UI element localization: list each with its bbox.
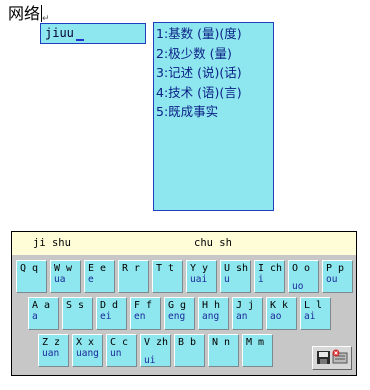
key-r[interactable]: R r [118, 260, 149, 293]
key-b[interactable]: B b [174, 334, 205, 367]
key-label: O o [292, 263, 311, 274]
key-y[interactable]: Y y uai [186, 260, 217, 293]
key-final-label: uang [76, 348, 99, 359]
soft-keyboard: ji shu chu sh Q qW w ua E eeR rT tY y uai U … [11, 231, 357, 376]
key-n[interactable]: N n [208, 334, 239, 367]
key-final-label: e [88, 274, 94, 285]
candidate-item-5[interactable]: 5:既成事实 [156, 102, 273, 122]
key-final-label: ua [54, 274, 66, 285]
key-s[interactable]: S s [62, 297, 93, 330]
key-label: R r [122, 263, 141, 274]
key-label: F f [134, 300, 153, 311]
key-label: Y y [190, 263, 209, 274]
candidate-item-4[interactable]: 4:技术 (语)(言) [156, 83, 273, 103]
key-label: Z z [42, 337, 61, 348]
key-final-label: ang [202, 311, 220, 322]
composition-text: jiuu [45, 26, 74, 40]
candidate-window: 1:基数 (量)(度) 2:极少数 (量) 3:记述 (说)(话) 4:技术 (… [153, 22, 274, 211]
screen: 网络 ↵ jiuu 1:基数 (量)(度) 2:极少数 (量) 3:记述 (说)(… [0, 0, 370, 390]
candidate-item-3[interactable]: 3:记述 (说)(话) [156, 63, 273, 83]
key-i[interactable]: I ch i [254, 260, 285, 293]
key-f[interactable]: F f en [130, 297, 161, 330]
key-k[interactable]: K k ao [266, 297, 297, 330]
key-label: Q q [20, 263, 39, 274]
keyboard-close-icon [332, 349, 348, 364]
key-m[interactable]: M m [242, 334, 273, 367]
key-p[interactable]: P p ou [322, 260, 353, 293]
key-final-label: ui [144, 355, 156, 366]
key-x[interactable]: X x uang [72, 334, 103, 367]
key-label: G g [168, 300, 187, 311]
key-final-label: ao [270, 311, 282, 322]
key-final-label: uan [42, 348, 60, 359]
key-label: T t [156, 263, 175, 274]
keyboard-header-left: ji shu [33, 237, 71, 249]
key-g[interactable]: G g eng [164, 297, 195, 330]
key-label: L l [304, 300, 323, 311]
key-u[interactable]: U sh u [220, 260, 251, 293]
key-final-label: a [32, 311, 38, 322]
key-label: W w [54, 263, 73, 274]
key-label: E e [88, 263, 107, 274]
key-label: X x [76, 337, 95, 348]
key-q[interactable]: Q q [16, 260, 47, 293]
key-final-label: uai [190, 274, 208, 285]
key-l[interactable]: L l ai [300, 297, 331, 330]
composition-cursor [75, 39, 84, 41]
key-final-label: ei [100, 311, 112, 322]
key-label: M m [246, 337, 265, 348]
key-e[interactable]: E ee [84, 260, 115, 293]
key-label: C c [110, 337, 129, 348]
save-icon [317, 351, 330, 364]
key-label: D d [100, 300, 119, 311]
document-content: 网络 [8, 4, 41, 23]
key-final-label: en [134, 311, 146, 322]
key-final-label: ai [304, 311, 316, 322]
key-label: S s [66, 300, 85, 311]
candidate-item-1[interactable]: 1:基数 (量)(度) [156, 24, 273, 44]
keyboard-header-right: chu sh [194, 237, 232, 249]
key-label: K k [270, 300, 289, 311]
key-final-label: un [110, 348, 122, 359]
key-final-label: ou [326, 274, 338, 285]
key-label: A a [32, 300, 51, 311]
key-j[interactable]: J j an [232, 297, 263, 330]
key-label: B b [178, 337, 197, 348]
key-label: N n [212, 337, 231, 348]
key-o[interactable]: O o uo [288, 260, 319, 293]
keyboard-tools-icons [317, 349, 348, 364]
key-label: U sh [224, 263, 249, 274]
key-label: J j [236, 300, 255, 311]
composition-window: jiuu [40, 23, 146, 44]
key-final-label: eng [168, 311, 186, 322]
key-final-label: u [224, 274, 230, 285]
key-label: I ch [258, 263, 283, 274]
key-w[interactable]: W w ua [50, 260, 81, 293]
keyboard-header: ji shu chu sh [12, 232, 356, 255]
key-final-label: uo [292, 281, 304, 292]
key-label: H h [202, 300, 221, 311]
key-c[interactable]: C c un [106, 334, 137, 367]
key-h[interactable]: H h ang [198, 297, 229, 330]
key-z[interactable]: Z z uan [38, 334, 69, 367]
key-a[interactable]: A aa [28, 297, 59, 330]
candidate-item-2[interactable]: 2:极少数 (量) [156, 44, 273, 64]
key-final-label: an [236, 311, 248, 322]
key-d[interactable]: D d ei [96, 297, 127, 330]
key-v[interactable]: V zh ui [140, 334, 171, 367]
key-final-label: i [258, 274, 264, 285]
keyboard-tools-button[interactable] [312, 346, 352, 370]
key-t[interactable]: T t [152, 260, 183, 293]
key-label: P p [326, 263, 345, 274]
key-label: V zh [144, 337, 169, 348]
